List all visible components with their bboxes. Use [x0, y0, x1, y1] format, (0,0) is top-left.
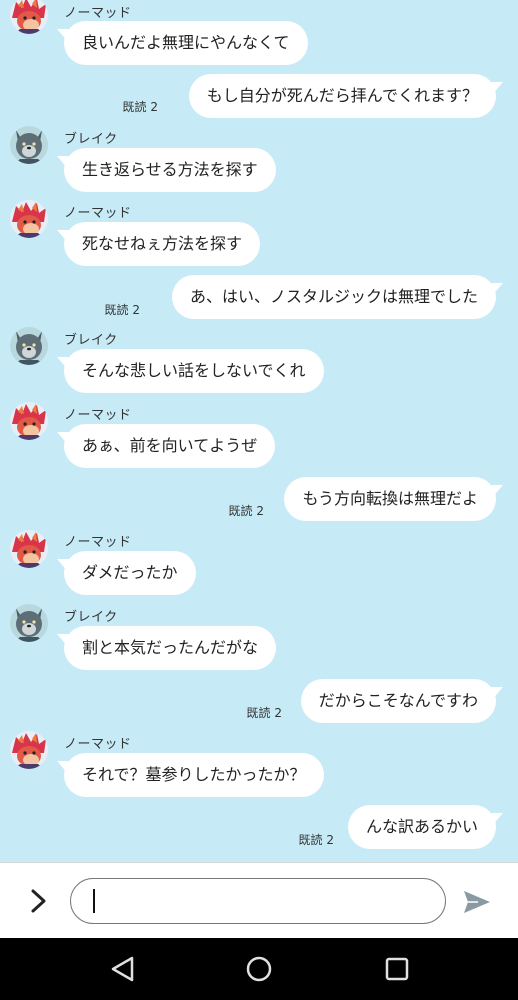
blake-avatar-icon	[10, 327, 48, 365]
recents-square-icon	[385, 957, 409, 981]
read-receipt: 既読 2	[104, 303, 140, 317]
android-nav-bar	[0, 938, 518, 1000]
blake-avatar-icon	[10, 126, 48, 164]
sender-name: ノーマッド	[64, 737, 132, 752]
nav-back-button[interactable]	[108, 954, 138, 984]
read-receipt: 既読 2	[122, 100, 158, 114]
nomad-avatar-icon	[10, 200, 48, 238]
send-button[interactable]	[462, 887, 492, 917]
avatar-blake[interactable]	[10, 126, 48, 164]
message-bubble[interactable]: んな訳あるかい	[347, 805, 496, 849]
sender-name: ブレイク	[64, 333, 118, 348]
avatar-blake[interactable]	[10, 604, 48, 642]
avatar-nomad[interactable]	[10, 200, 48, 238]
expand-button[interactable]	[24, 885, 54, 917]
message-input[interactable]	[70, 878, 446, 924]
avatar-nomad[interactable]	[10, 530, 48, 568]
read-receipt: 既読 2	[298, 833, 334, 847]
text-caret	[93, 889, 95, 913]
avatar-nomad[interactable]	[10, 0, 48, 34]
message-bubble[interactable]: 割と本気だったんだがな	[64, 626, 277, 670]
nav-home-button[interactable]	[244, 954, 274, 984]
message-bubble[interactable]: そんな悲しい話をしないでくれ	[64, 349, 324, 393]
message-bubble[interactable]: あ、はい、ノスタルジックは無理でした	[171, 275, 496, 319]
sender-name: ノーマッド	[64, 535, 132, 550]
message-bubble[interactable]: 良いんだよ無理にやんなくて	[64, 21, 308, 65]
message-bubble[interactable]: 死なせねぇ方法を探す	[64, 222, 261, 266]
read-receipt: 既読 2	[246, 706, 282, 720]
message-input-bar	[0, 862, 518, 939]
nomad-avatar-icon	[10, 530, 48, 568]
sender-name: ブレイク	[64, 132, 118, 147]
home-circle-icon	[246, 956, 272, 982]
avatar-blake[interactable]	[10, 327, 48, 365]
nomad-avatar-icon	[10, 731, 48, 769]
blake-avatar-icon	[10, 604, 48, 642]
avatar-nomad[interactable]	[10, 402, 48, 440]
sender-name: ブレイク	[64, 610, 118, 625]
message-bubble[interactable]: だからこそなんですわ	[300, 679, 496, 723]
message-bubble[interactable]: あぁ、前を向いてようぜ	[64, 424, 276, 468]
message-bubble[interactable]: もう方向転換は無理だよ	[284, 477, 496, 521]
message-bubble[interactable]: 生き返らせる方法を探す	[64, 148, 276, 192]
chevron-right-icon	[31, 889, 46, 913]
nomad-avatar-icon	[10, 402, 48, 440]
chat-area[interactable]: ノーマッド 良いんだよ無理にやんなくて 既読 2 もし自分が死んだら拝んでくれま…	[0, 0, 518, 862]
sender-name: ノーマッド	[64, 206, 132, 221]
back-triangle-icon	[111, 956, 134, 982]
nomad-avatar-icon	[10, 0, 48, 34]
message-bubble[interactable]: もし自分が死んだら拝んでくれます？	[188, 74, 496, 118]
send-icon	[464, 891, 490, 913]
avatar-nomad[interactable]	[10, 731, 48, 769]
sender-name: ノーマッド	[64, 6, 132, 21]
sender-name: ノーマッド	[64, 408, 132, 423]
nav-recents-button[interactable]	[382, 954, 412, 984]
message-bubble[interactable]: それで？墓参りしたかったか？	[64, 753, 324, 797]
read-receipt: 既読 2	[228, 504, 264, 518]
message-bubble[interactable]: ダメだったか	[64, 551, 196, 595]
